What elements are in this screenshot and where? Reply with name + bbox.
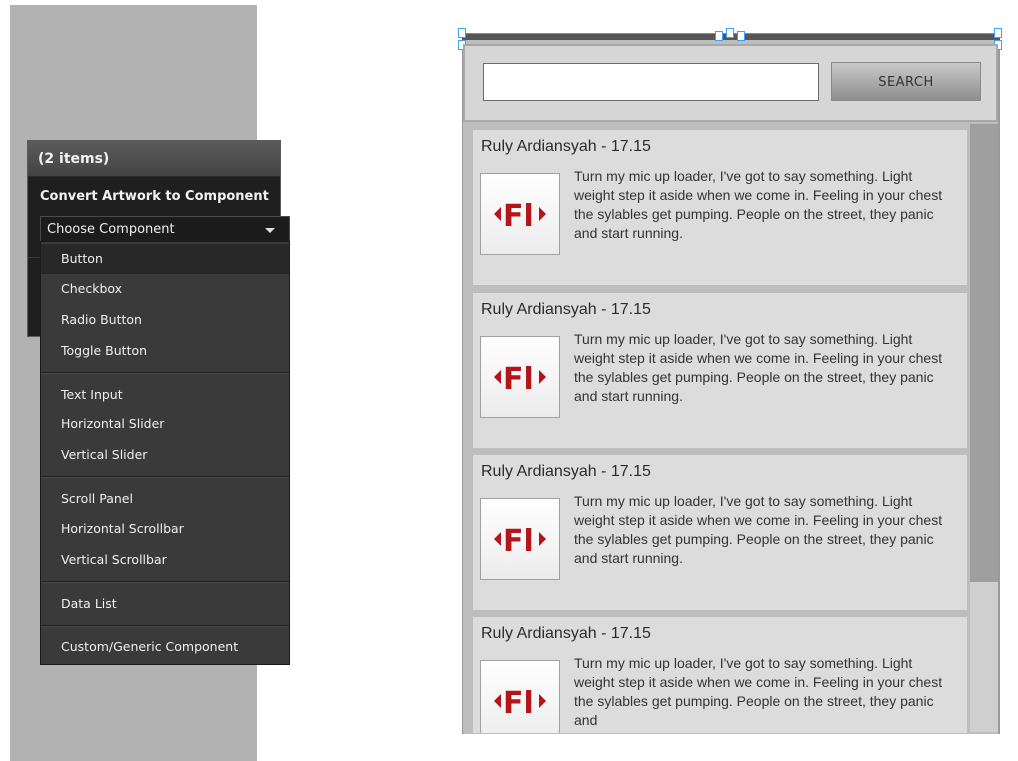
flash-file-icon: Fl	[480, 660, 560, 733]
menu-separator	[41, 372, 289, 374]
resize-handle-left[interactable]	[458, 28, 466, 38]
flash-file-icon: Fl	[480, 336, 560, 418]
menu-separator	[41, 625, 289, 627]
panel-header: (2 items)	[28, 141, 280, 177]
list-item-text: Turn my mic up loader, I've got to say s…	[574, 493, 943, 566]
svg-text:Fl: Fl	[503, 524, 534, 559]
list-item-text: Turn my mic up loader, I've got to say s…	[574, 168, 943, 241]
list-item[interactable]: Ruly Ardiansyah - 17.15 Fl Turn my mic u…	[473, 455, 967, 610]
resize-handle-right[interactable]	[994, 28, 1002, 38]
resize-handle-center-right[interactable]	[737, 31, 745, 41]
select-value: Choose Component	[47, 222, 175, 237]
menu-item-scroll-panel[interactable]: Scroll Panel	[41, 484, 289, 514]
list-item-title: Ruly Ardiansyah - 17.15	[481, 625, 651, 642]
menu-item-vertical-slider[interactable]: Vertical Slider	[41, 440, 289, 470]
list-item-title: Ruly Ardiansyah - 17.15	[481, 138, 651, 155]
search-button[interactable]: SEARCH	[831, 62, 981, 101]
resize-handle-center-left[interactable]	[715, 31, 723, 41]
menu-separator	[41, 476, 289, 478]
scrollbar-thumb[interactable]	[970, 124, 998, 582]
svg-text:Fl: Fl	[503, 362, 534, 397]
list-item-text: Turn my mic up loader, I've got to say s…	[574, 331, 943, 404]
menu-item-text-input[interactable]: Text Input	[41, 380, 289, 410]
menu-item-vertical-scrollbar[interactable]: Vertical Scrollbar	[41, 545, 289, 575]
list-item[interactable]: Ruly Ardiansyah - 17.15 Fl Turn my mic u…	[473, 617, 967, 733]
menu-item-data-list[interactable]: Data List	[41, 589, 289, 619]
menu-item-checkbox[interactable]: Checkbox	[41, 274, 289, 304]
menu-item-toggle-button[interactable]: Toggle Button	[41, 336, 289, 366]
svg-text:Fl: Fl	[503, 686, 534, 721]
list-item-title: Ruly Ardiansyah - 17.15	[481, 301, 651, 318]
flash-file-icon: Fl	[480, 498, 560, 580]
menu-item-horizontal-scrollbar[interactable]: Horizontal Scrollbar	[41, 514, 289, 544]
menu-item-button[interactable]: Button	[41, 244, 289, 274]
menu-item-horizontal-slider[interactable]: Horizontal Slider	[41, 409, 289, 439]
list-item[interactable]: Ruly Ardiansyah - 17.15 Fl Turn my mic u…	[473, 130, 967, 285]
chevron-down-icon[interactable]	[265, 228, 275, 233]
resize-handle-center[interactable]	[726, 28, 734, 38]
list-item[interactable]: Ruly Ardiansyah - 17.15 Fl Turn my mic u…	[473, 293, 967, 448]
svg-text:Fl: Fl	[503, 199, 534, 234]
convert-artwork-label: Convert Artwork to Component	[40, 189, 269, 204]
menu-item-radio-button[interactable]: Radio Button	[41, 305, 289, 335]
menu-separator	[41, 581, 289, 583]
menu-item-custom-generic-component[interactable]: Custom/Generic Component	[41, 632, 289, 662]
choose-component-select[interactable]: Choose Component	[40, 216, 290, 241]
search-input[interactable]	[483, 63, 819, 101]
list-item-text: Turn my mic up loader, I've got to say s…	[574, 655, 943, 728]
component-dropdown-menu: Button Checkbox Radio Button Toggle Butt…	[40, 241, 290, 665]
flash-file-icon: Fl	[480, 173, 560, 255]
list-item-title: Ruly Ardiansyah - 17.15	[481, 463, 651, 480]
